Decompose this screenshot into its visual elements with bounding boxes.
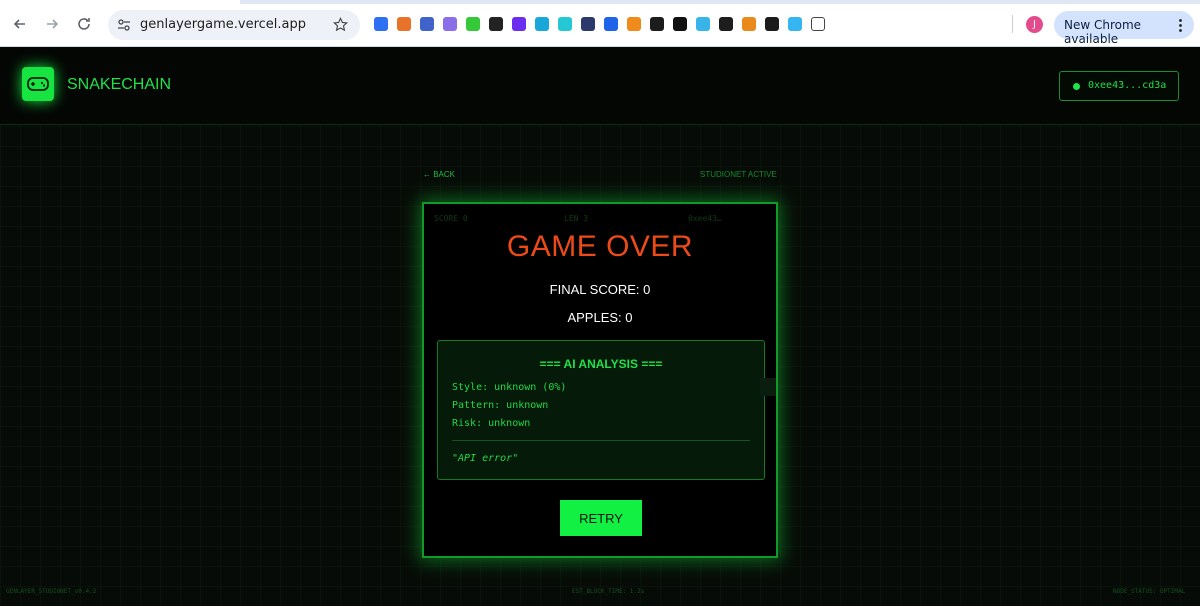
profile-avatar[interactable]: J	[1026, 16, 1043, 33]
extension-icon[interactable]	[765, 17, 779, 31]
ai-analysis-box: === AI ANALYSIS === Style: unknown (0%) …	[437, 340, 765, 480]
extension-icon[interactable]	[558, 17, 572, 31]
ai-analysis-title: === AI ANALYSIS ===	[539, 357, 663, 371]
hud-length: LEN 3	[564, 214, 589, 223]
connected-dot-icon	[1073, 83, 1080, 90]
update-label: New Chrome available	[1064, 18, 1142, 46]
app-header: SNAKECHAIN 0xee43...cd3a	[0, 47, 1200, 125]
retry-button[interactable]: RETRY	[560, 500, 642, 536]
brand-name[interactable]: SNAKECHAIN	[67, 76, 171, 94]
wallet-button[interactable]: 0xee43...cd3a	[1059, 71, 1179, 101]
final-score: FINAL SCORE: 0	[549, 282, 651, 297]
footer-block-time: EST_BLOCK_TIME: 1.2s	[572, 588, 645, 595]
extensions-puzzle-icon[interactable]	[811, 17, 825, 31]
site-settings-icon[interactable]	[117, 18, 131, 32]
ai-message: "API error"	[452, 453, 519, 464]
extension-icon[interactable]	[627, 17, 641, 31]
ai-divider	[452, 440, 750, 441]
extension-icon[interactable]	[719, 17, 733, 31]
extension-icon[interactable]	[420, 17, 434, 31]
chrome-update-button[interactable]: New Chrome available	[1054, 11, 1194, 46]
tab-strip	[0, 0, 1200, 4]
extension-icon[interactable]	[742, 17, 756, 31]
ai-style: Style: unknown (0%)	[452, 382, 567, 393]
back-link[interactable]: ← BACK	[423, 170, 455, 179]
forward-arrow-icon[interactable]	[42, 14, 62, 34]
more-menu-icon[interactable]	[1179, 19, 1182, 32]
address-bar[interactable]: genlayergame.vercel.app	[108, 10, 360, 40]
extension-icon[interactable]	[489, 17, 503, 31]
extension-icon[interactable]	[696, 17, 710, 31]
extension-icon[interactable]	[650, 17, 664, 31]
extension-icon[interactable]	[581, 17, 595, 31]
extension-icon[interactable]	[604, 17, 618, 31]
footer-version: GENLAYER_STUDIONET_v0.4.2	[6, 588, 97, 595]
wallet-address: 0xee43...cd3a	[1088, 80, 1167, 91]
toolbar-divider	[1012, 15, 1013, 33]
hud-score: SCORE 0	[434, 214, 468, 223]
ai-risk: Risk: unknown	[452, 418, 531, 429]
game-area: ← BACK STUDIONET ACTIVE SCORE 0 LEN 3 0x…	[0, 126, 1200, 606]
extension-icon[interactable]	[512, 17, 526, 31]
apples-count: APPLES: 0	[567, 310, 633, 325]
extension-icon[interactable]	[374, 17, 388, 31]
url-text[interactable]: genlayergame.vercel.app	[140, 17, 306, 32]
footer-node-status: NODE_STATUS: OPTIMAL	[1113, 588, 1186, 595]
extension-icon[interactable]	[788, 17, 802, 31]
bookmark-star-icon[interactable]	[333, 17, 348, 32]
extension-icons	[374, 17, 825, 31]
extension-icon[interactable]	[535, 17, 549, 31]
hud-address: 0xee43…	[688, 214, 722, 223]
active-tab[interactable]	[0, 0, 240, 4]
network-status: STUDIONET ACTIVE	[700, 170, 777, 179]
reload-icon[interactable]	[74, 14, 94, 34]
game-over-panel: SCORE 0 LEN 3 0xee43… GAME OVER FINAL SC…	[422, 202, 778, 558]
extension-icon[interactable]	[443, 17, 457, 31]
back-arrow-icon[interactable]	[10, 14, 30, 34]
game-over-title: GAME OVER	[506, 230, 694, 263]
ai-pattern: Pattern: unknown	[452, 400, 549, 411]
extension-icon[interactable]	[673, 17, 687, 31]
extension-icon[interactable]	[397, 17, 411, 31]
browser-toolbar: genlayergame.vercel.app J New Chrome ava…	[0, 0, 1200, 47]
gamepad-logo-icon[interactable]	[22, 67, 54, 101]
extension-icon[interactable]	[466, 17, 480, 31]
scroll-handle[interactable]	[760, 378, 776, 396]
